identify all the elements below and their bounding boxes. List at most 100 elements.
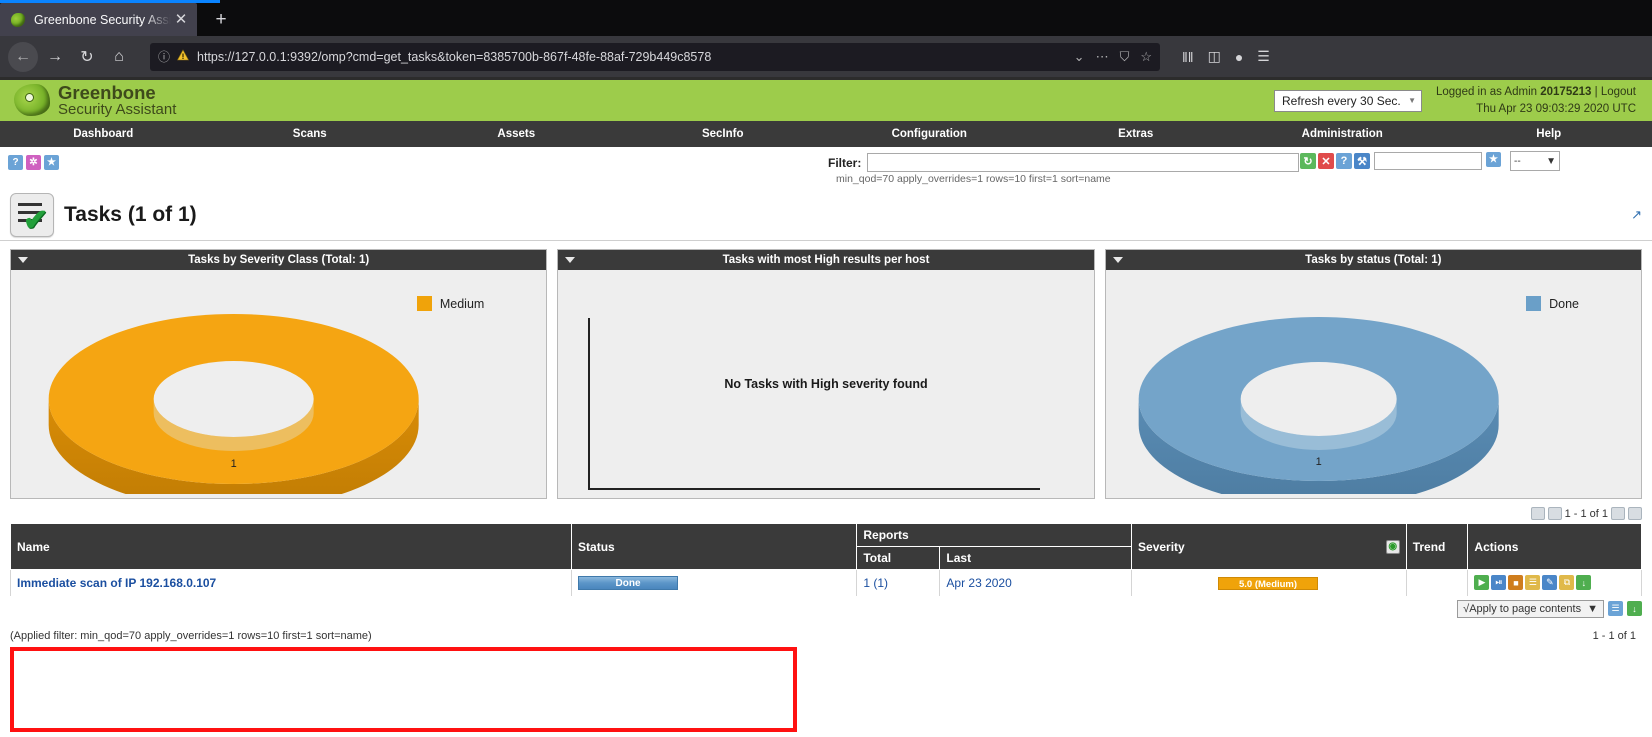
nav-item-help[interactable]: Help	[1446, 121, 1652, 147]
account-icon[interactable]: ●	[1235, 49, 1243, 65]
export-task-icon[interactable]: ↓	[1576, 575, 1592, 591]
task-name-link[interactable]: Immediate scan of IP 192.168.0.107	[17, 576, 216, 590]
column-header-trend[interactable]: Trend	[1405, 523, 1469, 570]
back-icon[interactable]: ←	[8, 41, 38, 72]
forward-icon[interactable]: →	[40, 42, 70, 72]
browser-tab[interactable]: Greenbone Security Assi ✕	[0, 3, 197, 36]
separator: |	[1594, 85, 1598, 98]
cell-trend	[1405, 569, 1469, 596]
nav-item-secinfo[interactable]: SecInfo	[620, 121, 827, 147]
reports-total-link[interactable]: 1 (1)	[863, 576, 888, 590]
extras-icon[interactable]: ✲	[26, 155, 41, 170]
cell-task-name: Immediate scan of IP 192.168.0.107	[9, 569, 573, 596]
filter-input[interactable]	[867, 153, 1300, 172]
chart-title-bar[interactable]: Tasks by status (Total: 1)	[1105, 250, 1641, 270]
clone-task-icon[interactable]: ⧉	[1559, 575, 1575, 591]
cell-status: Done	[571, 569, 858, 596]
chevron-down-icon: ▼	[1546, 155, 1556, 167]
close-tab-icon[interactable]: ✕	[171, 10, 191, 30]
chart-panel-severity-class: Tasks by Severity Class (Total: 1) Mediu…	[10, 249, 548, 510]
reset-filter-icon[interactable]: ✕	[1318, 153, 1334, 169]
pager-range: 1 - 1 of 1	[1592, 629, 1636, 642]
chart-title: Tasks by status (Total: 1)	[1305, 254, 1442, 266]
nav-item-extras[interactable]: Extras	[1033, 121, 1240, 147]
table-footer: √Apply to page contents ▼ ☰ ↓	[10, 596, 1642, 618]
column-header-name[interactable]: Name	[9, 523, 573, 570]
favorite-icon[interactable]: ★	[44, 155, 59, 170]
move-to-trash-icon[interactable]: ☰	[1525, 575, 1541, 591]
last-page-icon[interactable]	[1628, 507, 1642, 520]
app-menu-icon[interactable]: ☰	[1257, 48, 1270, 65]
reports-last-link[interactable]: Apr 23 2020	[946, 576, 1011, 590]
nav-item-configuration[interactable]: Configuration	[826, 121, 1033, 147]
nav-item-dashboard[interactable]: Dashboard	[0, 121, 207, 147]
chart-body: Done 1	[1106, 270, 1641, 507]
edit-dashboard-icon[interactable]: ↗	[1631, 207, 1642, 223]
library-icon[interactable]: ‖‖	[1182, 49, 1194, 65]
greenbone-dragon-logo-icon	[14, 84, 50, 117]
page-info-icon[interactable]: ⓘ	[158, 48, 170, 65]
edit-task-icon[interactable]: ✎	[1542, 575, 1558, 591]
bookmark-star-icon[interactable]: ☆	[1140, 49, 1152, 65]
chart-title-bar[interactable]: Tasks by Severity Class (Total: 1)	[11, 250, 547, 270]
url-bar[interactable]: ⓘ https://127.0.0.1:9392/omp?cmd=get_tas…	[150, 42, 1160, 71]
column-header-actions: Actions	[1467, 523, 1642, 570]
severity-class-icon[interactable]: ◉	[1385, 539, 1400, 554]
chevron-down-icon[interactable]	[1112, 257, 1123, 263]
nav-item-assets[interactable]: Assets	[413, 121, 620, 147]
home-icon[interactable]: ⌂	[104, 42, 134, 72]
donut-chart-severity[interactable]: 1	[11, 304, 546, 510]
saved-filter-select[interactable]: -- ▼	[1510, 151, 1560, 171]
insecure-lock-icon[interactable]	[177, 49, 190, 64]
prev-page-icon[interactable]	[1547, 507, 1562, 520]
cell-severity: 5.0 (Medium)	[1131, 569, 1407, 596]
status-badge[interactable]: Done	[578, 576, 679, 591]
next-page-icon[interactable]	[1611, 507, 1625, 520]
browser-window: Greenbone Security Assi ✕ + ← → ↻ ⌂ ⓘ ht…	[0, 0, 1652, 737]
export-all-icon[interactable]: ↓	[1627, 601, 1642, 616]
filter-help-icon[interactable]: ?	[1336, 153, 1352, 169]
filter-name-input[interactable]	[1374, 152, 1482, 170]
donut-chart-status[interactable]: 1	[1106, 304, 1641, 507]
logged-in-prefix: Logged in as	[1435, 85, 1502, 98]
nav-item-scans[interactable]: Scans	[207, 121, 414, 147]
tasks-checklist-icon: ✔	[10, 192, 54, 237]
url-dropdown-icon[interactable]: ⌄	[1074, 49, 1085, 65]
page-title-row: ✔ Tasks (1 of 1) ↗	[0, 189, 1652, 241]
cell-actions: ▶ ⏯ ■ ☰ ✎ ⧉ ↓	[1467, 569, 1642, 596]
cell-reports-last: Apr 23 2020	[939, 569, 1133, 596]
reload-icon[interactable]: ↻	[72, 42, 102, 72]
edit-filter-icon[interactable]: ⚒	[1354, 153, 1370, 169]
chart-title-bar[interactable]: Tasks with most High results per host	[558, 250, 1094, 270]
column-header-reports-total[interactable]: Total	[856, 546, 941, 570]
greenbone-favicon-icon	[10, 12, 26, 28]
filter-icon-group: ↻ ✕ ? ⚒	[1300, 153, 1370, 169]
trashcan-icon[interactable]: ☰	[1608, 601, 1623, 616]
stop-task-icon[interactable]: ■	[1508, 575, 1524, 591]
sidebar-icon[interactable]: ◫	[1208, 48, 1221, 65]
new-tab-icon[interactable]: +	[205, 4, 237, 36]
severity-badge: 5.0 (Medium)	[1218, 576, 1319, 590]
chevron-down-icon[interactable]	[18, 257, 28, 263]
save-filter-star-icon[interactable]: ★	[1486, 152, 1501, 167]
chevron-down-icon[interactable]	[565, 257, 576, 263]
severity-label: Severity	[1138, 539, 1185, 554]
user-role: Admin	[1504, 85, 1538, 98]
refresh-filter-icon[interactable]: ↻	[1300, 153, 1316, 169]
logout-link[interactable]: Logout	[1601, 86, 1636, 98]
refresh-interval-select[interactable]: Refresh every 30 Sec. ▼	[1273, 89, 1422, 112]
column-header-severity[interactable]: Severity ◉	[1131, 523, 1407, 570]
column-header-status[interactable]: Status	[571, 523, 858, 570]
saved-filter-value: --	[1514, 155, 1521, 167]
cell-reports-total: 1 (1)	[856, 569, 941, 596]
page-actions-icon[interactable]: ⋯	[1096, 49, 1109, 65]
shield-icon[interactable]: ⛉	[1120, 49, 1130, 65]
nav-item-administration[interactable]: Administration	[1239, 121, 1446, 147]
apply-to-page-select[interactable]: √Apply to page contents ▼	[1457, 599, 1604, 618]
resume-task-icon[interactable]: ⏯	[1491, 575, 1507, 591]
chart-panel-high-results: Tasks with most High results per host No…	[557, 249, 1095, 499]
start-task-icon[interactable]: ▶	[1474, 575, 1490, 591]
column-header-reports-last[interactable]: Last	[939, 546, 1133, 570]
help-icon[interactable]: ?	[8, 155, 23, 170]
first-page-icon[interactable]	[1530, 507, 1545, 520]
